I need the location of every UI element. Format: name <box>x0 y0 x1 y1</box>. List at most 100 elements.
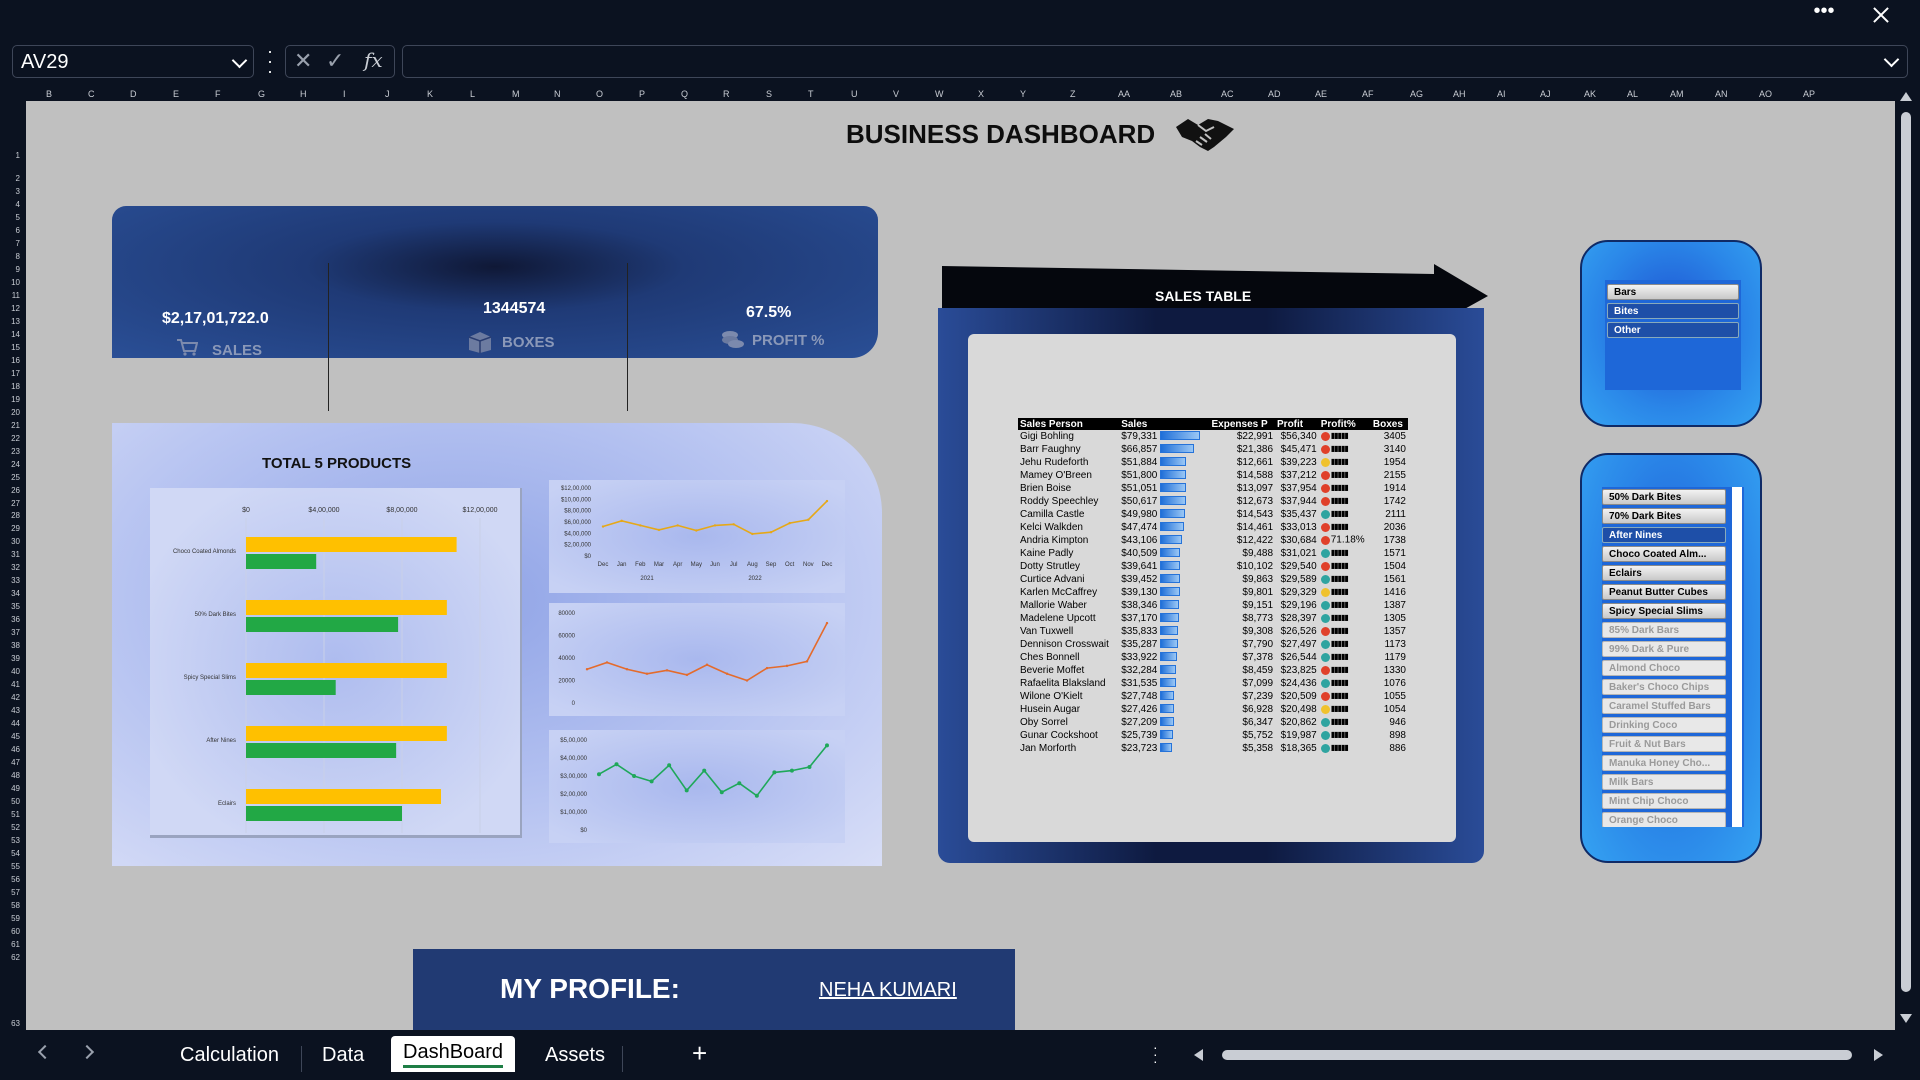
scroll-up-icon[interactable] <box>1900 92 1912 101</box>
tab-dashboard[interactable]: DashBoard <box>391 1036 516 1072</box>
horizontal-scrollbar[interactable] <box>1190 1044 1890 1066</box>
column-header[interactable]: K <box>427 89 433 99</box>
row-header[interactable]: 18 <box>0 382 20 391</box>
formula-input[interactable] <box>402 45 1908 78</box>
row-header[interactable]: 51 <box>0 810 20 819</box>
slicer-item[interactable]: Bites <box>1607 303 1739 319</box>
slicer-item[interactable]: 85% Dark Bars <box>1602 622 1726 638</box>
column-header[interactable]: B <box>46 89 52 99</box>
expand-formula-icon[interactable] <box>1883 51 1900 68</box>
row-header[interactable]: 61 <box>0 940 20 949</box>
row-header[interactable]: 20 <box>0 408 20 417</box>
tab-options-icon[interactable]: · · · <box>1153 1040 1158 1068</box>
slicer-item[interactable]: 70% Dark Bites <box>1602 508 1726 524</box>
row-header[interactable]: 55 <box>0 862 20 871</box>
row-header[interactable]: 40 <box>0 667 20 676</box>
row-header[interactable]: 4 <box>0 200 20 209</box>
slicer-item[interactable]: Peanut Butter Cubes <box>1602 584 1726 600</box>
slicer-item[interactable]: Drinking Coco <box>1602 717 1726 733</box>
column-header[interactable]: AI <box>1497 89 1506 99</box>
row-header[interactable]: 50 <box>0 797 20 806</box>
row-header[interactable]: 16 <box>0 356 20 365</box>
row-header[interactable]: 60 <box>0 927 20 936</box>
vertical-scrollbar[interactable] <box>1895 90 1920 1030</box>
slicer-item[interactable]: Choco Coated Alm... <box>1602 546 1726 562</box>
row-header[interactable]: 53 <box>0 836 20 845</box>
kebab-icon[interactable]: · · · <box>266 42 274 80</box>
slicer-item[interactable]: 99% Dark & Pure <box>1602 641 1726 657</box>
column-header[interactable]: N <box>554 89 561 99</box>
row-header[interactable]: 46 <box>0 745 20 754</box>
row-header[interactable]: 5 <box>0 213 20 222</box>
column-header[interactable]: R <box>723 89 730 99</box>
column-header[interactable]: Z <box>1070 89 1076 99</box>
tab-assets[interactable]: Assets <box>533 1042 617 1072</box>
scroll-down-icon[interactable] <box>1900 1014 1912 1023</box>
tab-data[interactable]: Data <box>310 1042 376 1072</box>
column-header[interactable]: U <box>851 89 858 99</box>
column-header[interactable]: AN <box>1715 89 1728 99</box>
column-header[interactable]: AK <box>1584 89 1596 99</box>
column-header[interactable]: AJ <box>1540 89 1551 99</box>
row-header[interactable]: 59 <box>0 914 20 923</box>
row-header[interactable]: 24 <box>0 460 20 469</box>
next-sheet-icon[interactable] <box>79 1044 95 1060</box>
row-header[interactable]: 58 <box>0 901 20 910</box>
column-header[interactable]: AP <box>1803 89 1815 99</box>
row-header[interactable]: 29 <box>0 524 20 533</box>
slicer-item[interactable]: Other <box>1607 322 1739 338</box>
row-header[interactable]: 3 <box>0 187 20 196</box>
function-icon[interactable]: fx <box>364 48 383 72</box>
column-header[interactable]: E <box>173 89 179 99</box>
row-header[interactable]: 14 <box>0 330 20 339</box>
row-header[interactable]: 39 <box>0 654 20 663</box>
row-header[interactable]: 35 <box>0 602 20 611</box>
slicer-item[interactable]: 50% Dark Bites <box>1602 489 1726 505</box>
scroll-thumb[interactable] <box>1222 1050 1852 1060</box>
column-header[interactable]: AC <box>1221 89 1234 99</box>
column-header[interactable]: AD <box>1268 89 1281 99</box>
column-header[interactable]: AB <box>1170 89 1182 99</box>
profile-name-link[interactable]: NEHA KUMARI <box>819 979 957 1002</box>
column-header[interactable]: AG <box>1410 89 1423 99</box>
row-header[interactable]: 28 <box>0 511 20 520</box>
slicer-item[interactable]: Baker's Choco Chips <box>1602 679 1726 695</box>
column-header[interactable]: AL <box>1627 89 1638 99</box>
row-header[interactable]: 1 <box>0 151 20 160</box>
column-header[interactable]: C <box>88 89 95 99</box>
slicer-item[interactable]: Mint Chip Choco <box>1602 793 1726 809</box>
row-header[interactable]: 52 <box>0 823 20 832</box>
tab-calculation[interactable]: Calculation <box>168 1042 291 1072</box>
column-header[interactable]: H <box>300 89 307 99</box>
row-header[interactable]: 38 <box>0 641 20 650</box>
row-header[interactable]: 33 <box>0 576 20 585</box>
row-header[interactable]: 34 <box>0 589 20 598</box>
row-header[interactable]: 47 <box>0 758 20 767</box>
slicer-item[interactable]: After Nines <box>1602 527 1726 543</box>
column-header[interactable]: AH <box>1453 89 1466 99</box>
row-header[interactable]: 43 <box>0 706 20 715</box>
add-sheet-button[interactable]: + <box>680 1036 719 1068</box>
column-header[interactable]: O <box>596 89 603 99</box>
row-header[interactable]: 11 <box>0 291 20 300</box>
slicer-scrollbar[interactable] <box>1732 487 1742 827</box>
row-header[interactable]: 8 <box>0 252 20 261</box>
slicer-item[interactable]: Manuka Honey Cho... <box>1602 755 1726 771</box>
cancel-icon[interactable]: ✕ <box>294 48 312 74</box>
slicer-item[interactable]: Caramel Stuffed Bars <box>1602 698 1726 714</box>
row-header[interactable]: 36 <box>0 615 20 624</box>
column-header[interactable]: AO <box>1759 89 1772 99</box>
row-header[interactable]: 17 <box>0 369 20 378</box>
row-header[interactable]: 63 <box>0 1019 20 1028</box>
column-header[interactable]: AA <box>1118 89 1130 99</box>
column-header[interactable]: S <box>766 89 772 99</box>
row-header[interactable]: 41 <box>0 680 20 689</box>
slicer-item[interactable]: Almond Choco <box>1602 660 1726 676</box>
row-header[interactable]: 49 <box>0 784 20 793</box>
row-header[interactable]: 2 <box>0 174 20 183</box>
row-header[interactable]: 13 <box>0 317 20 326</box>
row-header[interactable]: 62 <box>0 953 20 962</box>
column-header[interactable]: AF <box>1362 89 1374 99</box>
scroll-thumb[interactable] <box>1901 112 1911 992</box>
row-header[interactable]: 23 <box>0 447 20 456</box>
